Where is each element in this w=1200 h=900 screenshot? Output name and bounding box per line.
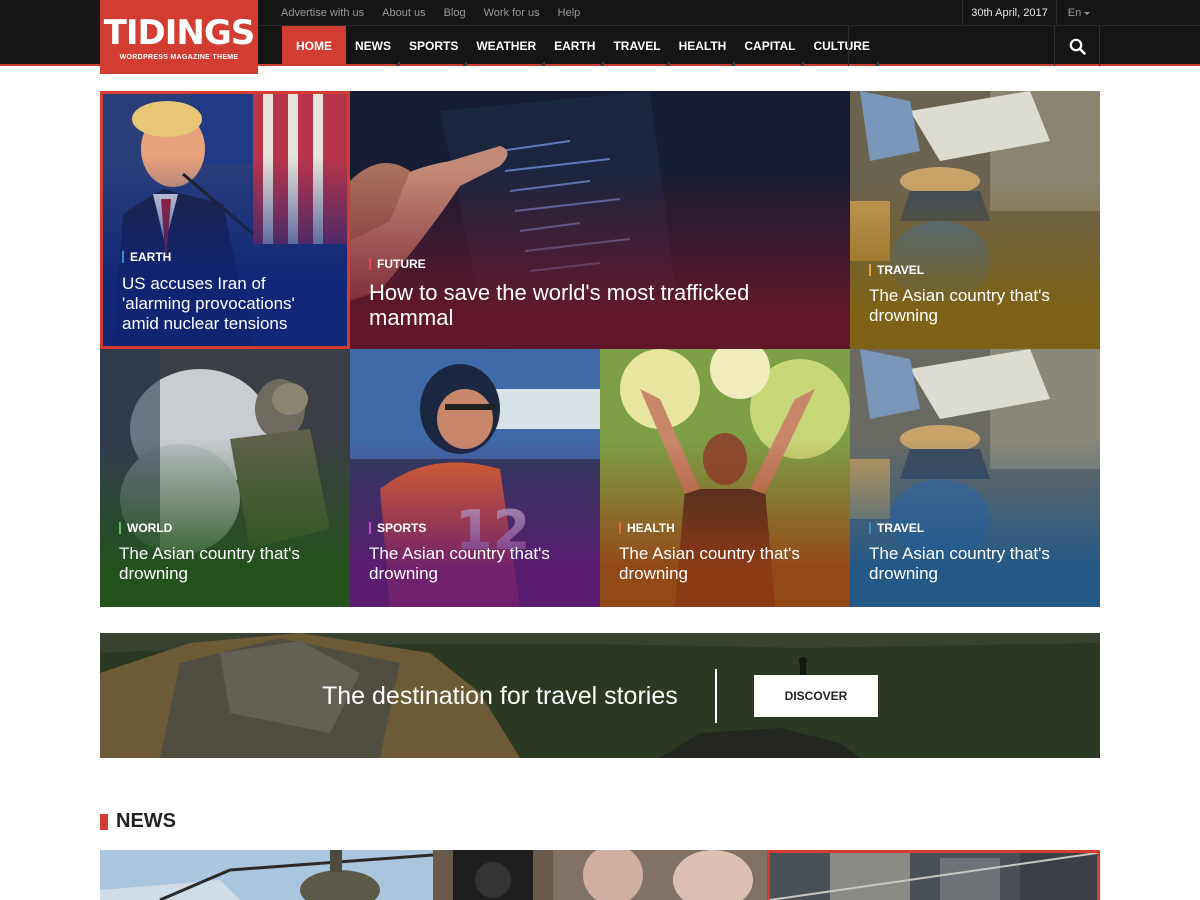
banner-headline: The destination for travel stories	[322, 682, 678, 710]
top-link-advertise[interactable]: Advertise with us	[281, 7, 364, 19]
search-button[interactable]	[1054, 26, 1100, 66]
nav-travel[interactable]: TRAVEL	[604, 26, 670, 66]
news-thumb-photo	[770, 853, 1097, 900]
tile-title[interactable]: The Asian country that's drowning	[369, 544, 582, 584]
featured-tile-world[interactable]: WORLD The Asian country that's drowning	[100, 349, 350, 607]
current-date: 30th April, 2017	[962, 0, 1057, 26]
nav-capital[interactable]: CAPITAL	[735, 26, 805, 66]
chevron-down-icon	[1084, 11, 1091, 15]
top-links: Advertise with us About us Blog Work for…	[272, 0, 589, 26]
featured-tile-health[interactable]: HEALTH The Asian country that's drowning	[600, 349, 850, 607]
tile-title[interactable]: The Asian country that's drowning	[869, 286, 1082, 326]
featured-tile-future[interactable]: FUTURE How to save the world's most traf…	[350, 91, 850, 349]
site-logo[interactable]: TIDINGS WORDPRESS MAGAZINE THEME	[100, 0, 258, 74]
featured-tile-travel[interactable]: TRAVEL The Asian country that's drowning	[850, 91, 1100, 349]
tile-category[interactable]: SPORTS	[369, 522, 426, 534]
tile-category[interactable]: WORLD	[119, 522, 172, 534]
top-link-about[interactable]: About us	[382, 7, 425, 19]
nav-earth[interactable]: EARTH	[545, 26, 605, 66]
featured-tile-earth[interactable]: EARTH US accuses Iran of 'alarming provo…	[100, 91, 350, 349]
tile-title[interactable]: The Asian country that's drowning	[119, 544, 332, 584]
top-link-work[interactable]: Work for us	[484, 7, 540, 19]
nav-weather[interactable]: WEATHER	[467, 26, 545, 66]
language-selector[interactable]: En	[1058, 0, 1100, 26]
discover-button[interactable]: DISCOVER	[754, 675, 878, 717]
tile-category[interactable]: EARTH	[122, 251, 171, 263]
tile-category[interactable]: TRAVEL	[869, 522, 924, 534]
top-link-blog[interactable]: Blog	[444, 7, 466, 19]
tile-title[interactable]: How to save the world's most trafficked …	[369, 280, 832, 330]
featured-tile-travel-2[interactable]: TRAVEL The Asian country that's drowning	[850, 349, 1100, 607]
nav-sports[interactable]: SPORTS	[400, 26, 468, 66]
nav-news[interactable]: NEWS	[346, 26, 400, 66]
nav-separator	[848, 26, 849, 66]
news-thumb-photo	[433, 850, 767, 900]
news-thumb-helicopter[interactable]	[100, 850, 433, 900]
tile-category[interactable]: FUTURE	[369, 258, 426, 270]
news-thumb-photo	[100, 850, 433, 900]
language-label: En	[1067, 7, 1082, 19]
featured-tile-sports[interactable]: 12 SPORTS The Asian country that's drown…	[350, 349, 600, 607]
nav-health[interactable]: HEALTH	[670, 26, 736, 66]
main-nav: HOME NEWS SPORTS WEATHER EARTH TRAVEL HE…	[282, 26, 880, 66]
logo-title: TIDINGS	[103, 13, 256, 53]
news-section-heading: NEWS	[100, 810, 176, 833]
tile-title[interactable]: The Asian country that's drowning	[619, 544, 832, 584]
tile-title[interactable]: The Asian country that's drowning	[869, 544, 1082, 584]
news-thumb-press[interactable]	[433, 850, 767, 900]
heading-accent	[100, 813, 108, 830]
banner-divider	[715, 669, 717, 723]
news-thumb-city[interactable]	[767, 850, 1100, 900]
tile-category[interactable]: HEALTH	[619, 522, 675, 534]
top-link-help[interactable]: Help	[558, 7, 581, 19]
travel-banner: The destination for travel stories DISCO…	[100, 633, 1100, 758]
news-heading-label: NEWS	[116, 810, 176, 832]
search-icon	[1069, 38, 1086, 55]
tile-category[interactable]: TRAVEL	[869, 264, 924, 276]
nav-culture[interactable]: CULTURE	[804, 26, 880, 66]
logo-subtitle: WORDPRESS MAGAZINE THEME	[119, 54, 239, 61]
nav-home[interactable]: HOME	[282, 26, 346, 66]
tile-title[interactable]: US accuses Iran of 'alarming provocation…	[122, 274, 329, 334]
